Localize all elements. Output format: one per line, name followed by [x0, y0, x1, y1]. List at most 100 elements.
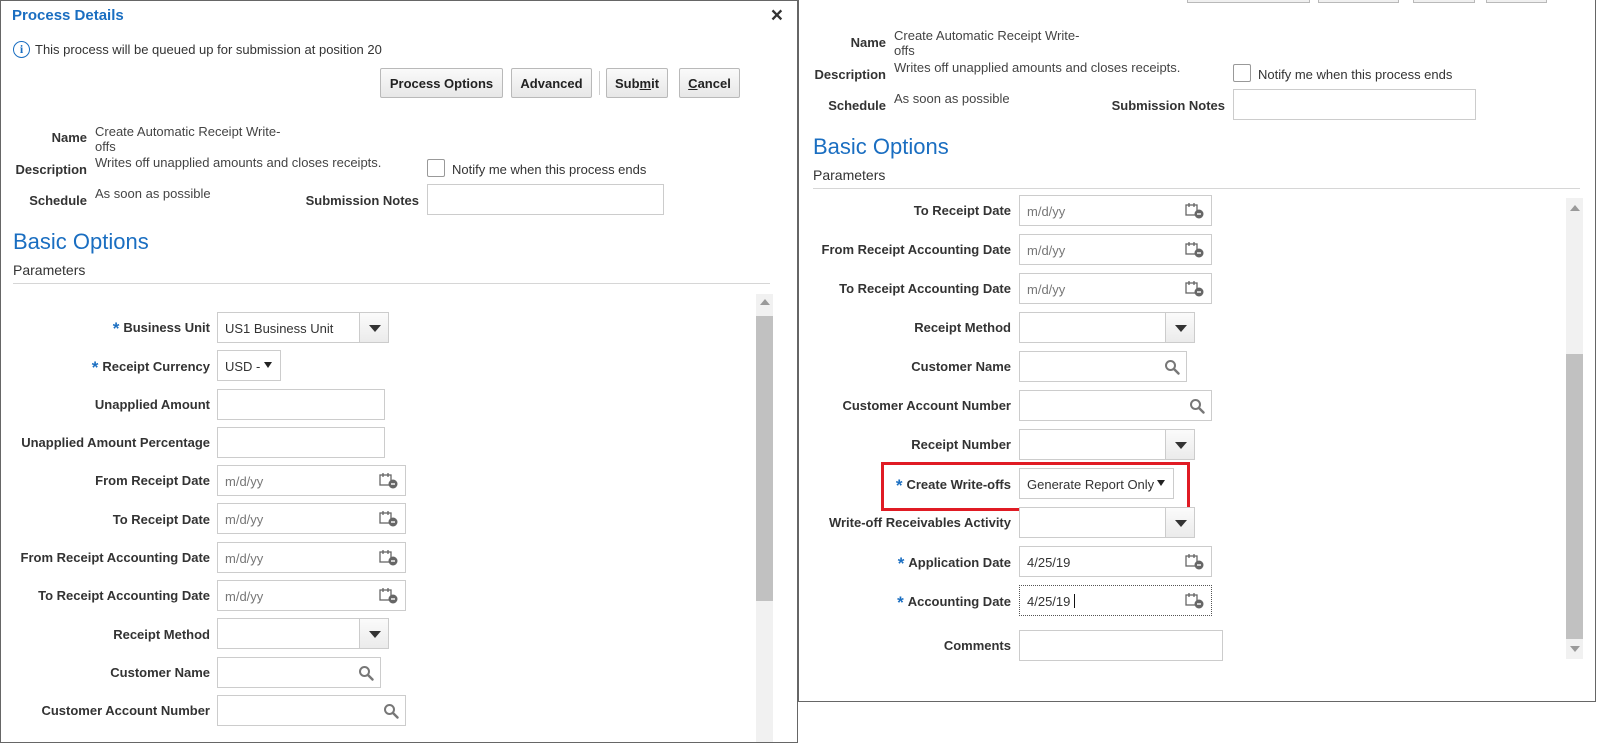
to-receipt-date-label: To Receipt Date: [913, 203, 1011, 218]
name-value-line2: offs: [894, 43, 915, 58]
process-details-dialog-right: Name Create Automatic Receipt Write- off…: [798, 0, 1596, 702]
writeoff-activity-select[interactable]: [1019, 507, 1195, 538]
calendar-icon[interactable]: [379, 472, 399, 489]
date-placeholder: m/d/yy: [225, 474, 264, 489]
search-icon[interactable]: [1189, 398, 1205, 414]
notify-checkbox[interactable]: [1233, 64, 1251, 82]
create-writeoffs-label-text: Create Write-offs: [906, 477, 1011, 492]
calendar-icon[interactable]: [1185, 592, 1205, 609]
cancel-button[interactable]: Cancel: [679, 68, 740, 98]
submit-button-edge: [1413, 0, 1475, 3]
submit-label-post: it: [651, 75, 660, 91]
calendar-icon[interactable]: [1185, 280, 1205, 297]
calendar-icon[interactable]: [379, 587, 399, 604]
button-separator: [599, 71, 600, 95]
chevron-down-icon[interactable]: [359, 312, 389, 343]
from-receipt-acct-date-input[interactable]: m/d/yy: [1019, 234, 1212, 265]
to-receipt-acct-date-input[interactable]: m/d/yy: [217, 580, 406, 611]
chevron-down-icon[interactable]: [1165, 312, 1195, 343]
cancel-access-key: C: [688, 75, 698, 91]
scroll-up-icon[interactable]: [760, 299, 770, 305]
create-writeoffs-label: * Create Write-offs: [799, 476, 1011, 496]
notify-label: Notify me when this process ends: [1258, 67, 1453, 82]
process-details-dialog-left: Process Details × i This process will be…: [0, 0, 798, 743]
receipt-method-select[interactable]: [1019, 312, 1195, 343]
scroll-down-icon[interactable]: [1570, 646, 1580, 652]
customer-account-number-label: Customer Account Number: [41, 703, 210, 718]
calendar-icon[interactable]: [379, 510, 399, 527]
accounting-date-input[interactable]: 4/25/19: [1019, 585, 1212, 616]
to-receipt-acct-date-input[interactable]: m/d/yy: [1019, 273, 1212, 304]
receipt-currency-select[interactable]: USD -: [217, 350, 281, 381]
receipt-number-select[interactable]: [1019, 429, 1195, 460]
receipt-method-select[interactable]: [217, 618, 389, 649]
business-unit-select[interactable]: US1 Business Unit: [217, 312, 389, 343]
create-writeoffs-value: Generate Report Only: [1027, 477, 1155, 492]
unapplied-amount-input[interactable]: [217, 389, 385, 420]
customer-account-number-input[interactable]: [217, 695, 406, 726]
name-value-line1: Create Automatic Receipt Write-: [95, 124, 281, 139]
info-message-text: This process will be queued up for submi…: [35, 42, 382, 57]
submit-button[interactable]: Sub m it: [606, 68, 668, 98]
business-unit-value: US1 Business Unit: [225, 321, 334, 336]
parameters-divider: [813, 188, 1580, 189]
scrollbar-thumb[interactable]: [756, 316, 773, 601]
notify-checkbox[interactable]: [427, 159, 445, 177]
application-date-value: 4/25/19: [1027, 555, 1071, 570]
name-value-line2: offs: [95, 139, 116, 154]
submission-notes-input[interactable]: [427, 184, 664, 215]
search-icon[interactable]: [1164, 359, 1180, 375]
advanced-button[interactable]: Advanced: [511, 68, 592, 98]
customer-name-input[interactable]: [217, 657, 381, 688]
description-label: Description: [814, 67, 886, 82]
from-receipt-acct-date-label: From Receipt Accounting Date: [821, 242, 1011, 257]
to-receipt-date-input[interactable]: m/d/yy: [1019, 195, 1212, 226]
to-receipt-date-input[interactable]: m/d/yy: [217, 503, 406, 534]
parameters-label: Parameters: [813, 167, 886, 183]
calendar-icon[interactable]: [1185, 202, 1205, 219]
from-receipt-date-label: From Receipt Date: [95, 473, 210, 488]
scrollbar-thumb[interactable]: [1566, 354, 1583, 639]
calendar-icon[interactable]: [1185, 241, 1205, 258]
info-message: i This process will be queued up for sub…: [13, 41, 382, 58]
unapplied-amount-pct-input[interactable]: [217, 427, 385, 458]
basic-options-title: Basic Options: [13, 229, 149, 254]
dialog-title: Process Details: [12, 7, 124, 24]
accounting-date-label: * Accounting Date: [799, 593, 1011, 613]
process-options-button[interactable]: Process Options: [380, 68, 503, 98]
customer-account-number-label: Customer Account Number: [842, 398, 1011, 413]
name-value-line1: Create Automatic Receipt Write-: [894, 28, 1080, 43]
search-icon[interactable]: [358, 665, 374, 681]
schedule-value: As soon as possible: [894, 91, 1010, 106]
date-placeholder: m/d/yy: [225, 551, 264, 566]
submission-notes-input[interactable]: [1233, 89, 1476, 120]
name-value: Create Automatic Receipt Write- offs: [95, 124, 280, 154]
search-icon[interactable]: [383, 703, 399, 719]
chevron-down-icon[interactable]: [1165, 429, 1195, 460]
customer-account-number-input[interactable]: [1019, 390, 1212, 421]
date-placeholder: m/d/yy: [225, 512, 264, 527]
from-receipt-date-input[interactable]: m/d/yy: [217, 465, 406, 496]
create-writeoffs-select[interactable]: Generate Report Only: [1019, 468, 1174, 499]
chevron-down-icon[interactable]: [1165, 507, 1195, 538]
application-date-label: * Application Date: [799, 554, 1011, 574]
comments-input[interactable]: [1019, 630, 1223, 661]
calendar-icon[interactable]: [379, 549, 399, 566]
required-marker: *: [112, 319, 120, 338]
parameters-scrollbar[interactable]: [756, 294, 773, 742]
application-date-input[interactable]: 4/25/19: [1019, 546, 1212, 577]
from-receipt-acct-date-input[interactable]: m/d/yy: [217, 542, 406, 573]
calendar-icon[interactable]: [1185, 553, 1205, 570]
customer-name-input[interactable]: [1019, 351, 1187, 382]
submit-label-pre: Sub: [614, 75, 640, 91]
scroll-up-icon[interactable]: [1570, 205, 1580, 211]
unapplied-amount-label: Unapplied Amount: [94, 397, 210, 412]
parameters-scrollbar[interactable]: [1566, 198, 1583, 659]
chevron-down-icon[interactable]: [359, 618, 389, 649]
from-receipt-acct-date-label: From Receipt Accounting Date: [20, 550, 210, 565]
to-receipt-acct-date-label: To Receipt Accounting Date: [839, 281, 1011, 296]
customer-name-label: Customer Name: [911, 359, 1011, 374]
schedule-label: Schedule: [828, 98, 886, 113]
submission-notes-label: Submission Notes: [305, 193, 419, 208]
close-icon[interactable]: ×: [771, 4, 783, 28]
